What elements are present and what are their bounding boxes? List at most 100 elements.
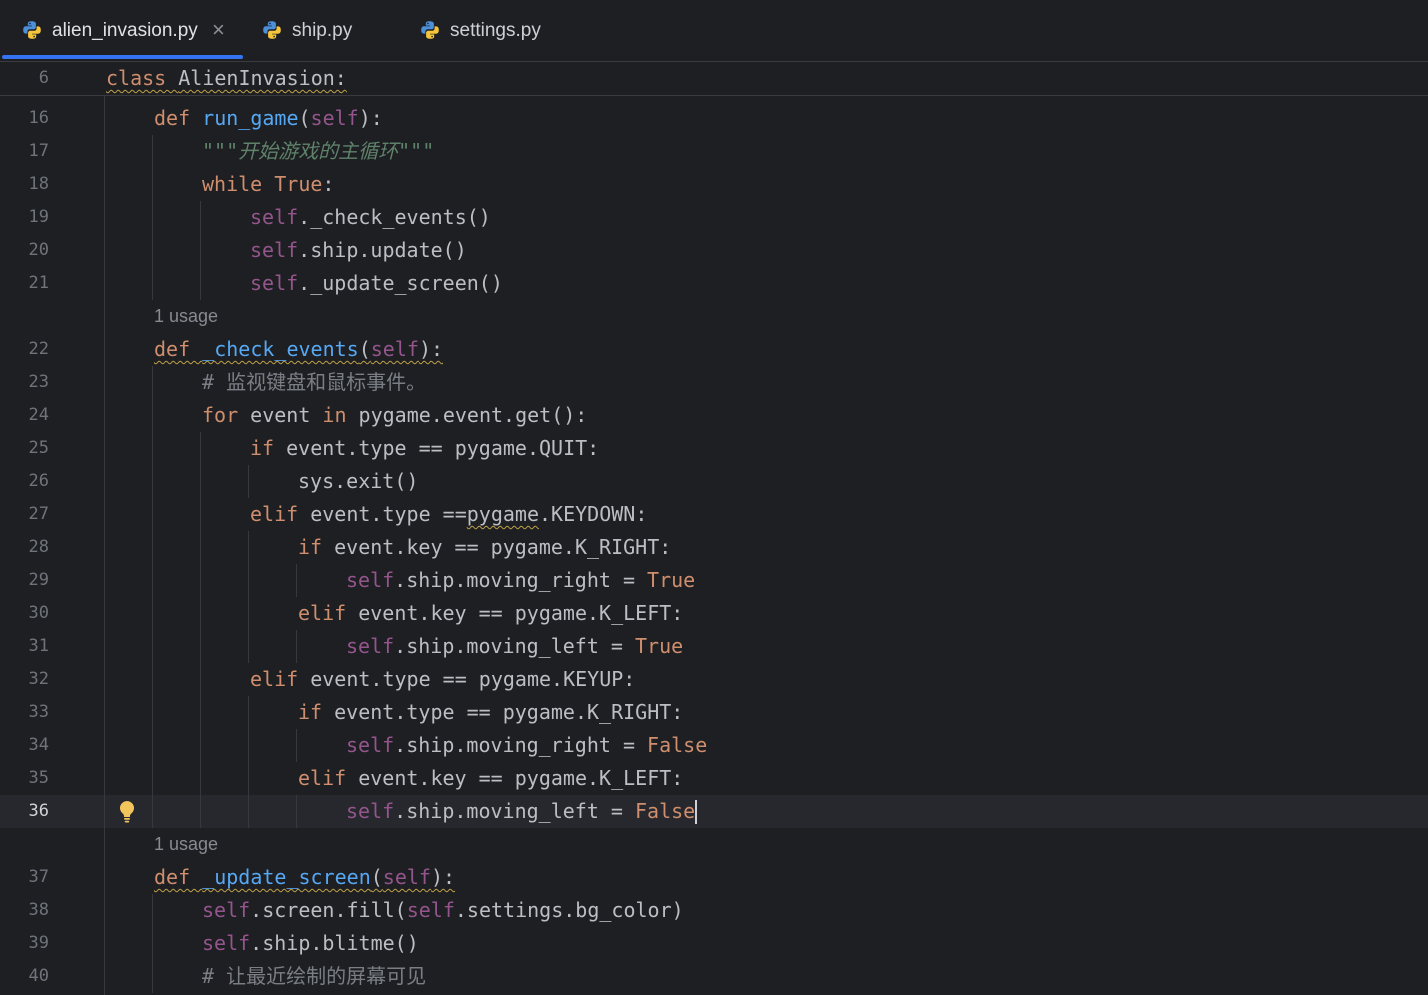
- code-line[interactable]: 25 if event.type == pygame.QUIT:: [0, 432, 1428, 465]
- code-token-plain[interactable]: (: [299, 106, 311, 130]
- code-line[interactable]: 28 if event.key == pygame.K_RIGHT:: [0, 531, 1428, 564]
- line-number[interactable]: 33: [0, 696, 49, 729]
- code-token-keyword[interactable]: elif: [250, 502, 310, 526]
- code-token-plain[interactable]: event.type == pygame.K_RIGHT:: [334, 700, 683, 724]
- tab-ship[interactable]: ship.py: [246, 0, 398, 61]
- code-token-plain[interactable]: sys.exit(): [298, 469, 418, 493]
- code-text[interactable]: elif event.type == pygame.KEYUP:: [106, 663, 635, 696]
- code-token-plain[interactable]: event.key == pygame.K_RIGHT:: [334, 535, 671, 559]
- code-text[interactable]: elif event.type ==pygame.KEYDOWN:: [106, 498, 647, 531]
- line-number[interactable]: 22: [0, 333, 49, 366]
- code-token-plain[interactable]: event.key == pygame.K_LEFT:: [358, 766, 683, 790]
- code-line[interactable]: 29 self.ship.moving_right = True: [0, 564, 1428, 597]
- code-line[interactable]: 34 self.ship.moving_right = False: [0, 729, 1428, 762]
- code-token-self[interactable]: self: [202, 931, 250, 955]
- code-token-plain[interactable]: pygame.event.get():: [359, 403, 588, 427]
- line-number[interactable]: 19: [0, 201, 49, 234]
- code-line[interactable]: 40 # 让最近绘制的屏幕可见: [0, 960, 1428, 993]
- line-number[interactable]: 18: [0, 168, 49, 201]
- code-token-keyword[interactable]: elif: [298, 601, 358, 625]
- code-token-keyword[interactable]: elif: [298, 766, 358, 790]
- code-token-constant[interactable]: True: [635, 634, 683, 658]
- code-token-function[interactable]: _check_events: [202, 337, 359, 361]
- code-token-keyword[interactable]: elif: [250, 667, 310, 691]
- line-number[interactable]: 23: [0, 366, 49, 399]
- code-token-self[interactable]: self: [202, 898, 250, 922]
- code-token-plain[interactable]: :: [322, 172, 334, 196]
- current-code-line[interactable]: 36 self.ship.moving_left = False: [0, 795, 1428, 828]
- code-line[interactable]: 27 elif event.type ==pygame.KEYDOWN:: [0, 498, 1428, 531]
- code-text[interactable]: """开始游戏的主循环""": [106, 135, 434, 168]
- sticky-code-line[interactable]: class AlienInvasion:: [106, 62, 347, 95]
- code-line[interactable]: 18 while True:: [0, 168, 1428, 201]
- line-number[interactable]: 35: [0, 762, 49, 795]
- code-token-plain[interactable]: .KEYDOWN:: [539, 502, 647, 526]
- line-number[interactable]: 29: [0, 564, 49, 597]
- code-token-self[interactable]: self: [250, 205, 298, 229]
- code-token-plain[interactable]: .ship.moving_left =: [394, 799, 635, 823]
- usage-hint[interactable]: 1 usage: [154, 300, 218, 333]
- code-token-self[interactable]: self: [371, 337, 419, 361]
- code-line[interactable]: 35 elif event.key == pygame.K_LEFT:: [0, 762, 1428, 795]
- code-token-keyword[interactable]: if: [250, 436, 286, 460]
- line-number[interactable]: 20: [0, 234, 49, 267]
- line-number[interactable]: 38: [0, 894, 49, 927]
- code-text[interactable]: self.screen.fill(self.settings.bg_color): [106, 894, 684, 927]
- code-token-plain[interactable]: pygame: [467, 502, 539, 526]
- code-text[interactable]: for event in pygame.event.get():: [106, 399, 587, 432]
- code-text[interactable]: while True:: [106, 168, 334, 201]
- code-token-self[interactable]: self: [383, 865, 431, 889]
- code-token-keyword[interactable]: def: [154, 337, 202, 361]
- code-line[interactable]: 26 sys.exit(): [0, 465, 1428, 498]
- code-line[interactable]: 17 """开始游戏的主循环""": [0, 135, 1428, 168]
- line-number[interactable]: 36: [0, 795, 49, 828]
- code-token-plain[interactable]: ._update_screen(): [298, 271, 503, 295]
- code-line[interactable]: 31 self.ship.moving_left = True: [0, 630, 1428, 663]
- code-token-comment[interactable]: # 让最近绘制的屏幕可见: [202, 964, 426, 988]
- code-token-plain[interactable]: event.type == pygame.QUIT:: [286, 436, 599, 460]
- code-token-plain[interactable]: ):: [359, 106, 383, 130]
- code-line[interactable]: 33 if event.type == pygame.K_RIGHT:: [0, 696, 1428, 729]
- code-token-self[interactable]: self: [407, 898, 455, 922]
- code-token-keyword[interactable]: def: [154, 865, 202, 889]
- line-number[interactable]: 6: [0, 62, 49, 95]
- code-token-self[interactable]: self: [346, 568, 394, 592]
- code-text[interactable]: self.ship.moving_left = True: [106, 630, 683, 663]
- line-number[interactable]: 32: [0, 663, 49, 696]
- code-line[interactable]: 16 def run_game(self):: [0, 102, 1428, 135]
- code-token-self[interactable]: self: [250, 271, 298, 295]
- code-token-plain[interactable]: (: [359, 337, 371, 361]
- line-number[interactable]: 28: [0, 531, 49, 564]
- code-text[interactable]: if event.key == pygame.K_RIGHT:: [106, 531, 671, 564]
- code-token-plain[interactable]: (: [371, 865, 383, 889]
- code-text[interactable]: self._check_events(): [106, 201, 491, 234]
- code-text[interactable]: if event.type == pygame.QUIT:: [106, 432, 599, 465]
- code-line[interactable]: 32 elif event.type == pygame.KEYUP:: [0, 663, 1428, 696]
- line-number[interactable]: 25: [0, 432, 49, 465]
- sticky-scope-header[interactable]: 6 class AlienInvasion:: [0, 62, 1428, 96]
- code-token-plain[interactable]: .ship.update(): [298, 238, 467, 262]
- code-text[interactable]: elif event.key == pygame.K_LEFT:: [106, 762, 683, 795]
- code-text[interactable]: def _update_screen(self):: [106, 861, 455, 894]
- code-token-plain[interactable]: event.type == pygame.KEYUP:: [310, 667, 635, 691]
- code-token-keyword[interactable]: class: [106, 66, 178, 90]
- line-number[interactable]: 37: [0, 861, 49, 894]
- code-token-plain[interactable]: ._check_events(): [298, 205, 491, 229]
- close-icon[interactable]: ×: [212, 0, 225, 60]
- code-token-plain[interactable]: AlienInvasion:: [178, 66, 347, 90]
- code-line[interactable]: 20 self.ship.update(): [0, 234, 1428, 267]
- code-token-plain[interactable]: .settings.bg_color): [455, 898, 684, 922]
- code-text[interactable]: elif event.key == pygame.K_LEFT:: [106, 597, 683, 630]
- code-token-plain[interactable]: event.type ==: [310, 502, 467, 526]
- line-number[interactable]: 31: [0, 630, 49, 663]
- code-token-keyword[interactable]: def: [154, 106, 202, 130]
- code-text[interactable]: def _check_events(self):: [106, 333, 443, 366]
- code-line[interactable]: 30 elif event.key == pygame.K_LEFT:: [0, 597, 1428, 630]
- code-line[interactable]: 24 for event in pygame.event.get():: [0, 399, 1428, 432]
- code-token-function[interactable]: run_game: [202, 106, 298, 130]
- code-token-function[interactable]: _update_screen: [202, 865, 371, 889]
- code-line[interactable]: 23 # 监视键盘和鼠标事件。: [0, 366, 1428, 399]
- code-line[interactable]: 39 self.ship.blitme(): [0, 927, 1428, 960]
- code-line[interactable]: 19 self._check_events(): [0, 201, 1428, 234]
- lightbulb-icon[interactable]: [118, 800, 136, 823]
